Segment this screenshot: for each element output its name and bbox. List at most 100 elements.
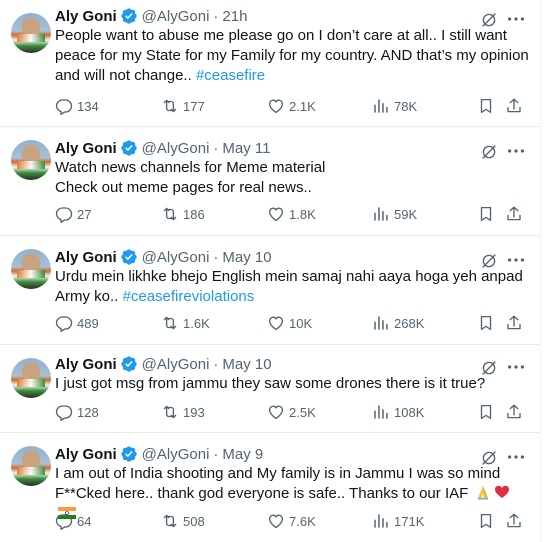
timestamp[interactable]: 21h [222,8,247,25]
bookmark-button[interactable] [477,96,495,116]
view-count: 78K [394,98,418,114]
tweet-body: I just got msg from jammu they saw some … [55,375,486,392]
retweet-button[interactable]: 186 [161,204,205,224]
retweet-icon [161,512,179,530]
retweet-count: 1.6K [183,315,210,331]
author-handle[interactable]: @AlyGoni [142,140,210,157]
tweet-body: People want to abuse me please go on I d… [55,27,529,84]
tweet-header: Aly Goni @AlyGoni · May 10 [55,353,272,375]
views-button[interactable]: 171K [372,511,424,531]
tweet-line: Watch news channels for Meme material [55,159,326,176]
reply-count: 134 [77,98,99,114]
share-icon [505,403,523,421]
like-button[interactable]: 7.6K [267,511,316,531]
action-bar: 489 1.6K 10K 268K [55,313,525,333]
tweet[interactable]: Aly Goni @AlyGoni · May 9 I am out of In… [0,433,540,542]
views-button[interactable]: 78K [372,96,417,116]
bookmark-button[interactable] [477,511,495,531]
retweet-icon [161,403,179,421]
like-button[interactable]: 2.1K [267,96,316,116]
tweet-body: I am out of India shooting and My family… [55,465,501,502]
heart-icon [267,512,285,530]
bookmark-button[interactable] [477,204,495,224]
reply-icon [55,512,73,530]
author-name[interactable]: Aly Goni [55,140,117,157]
like-button[interactable]: 2.5K [267,402,316,422]
reply-button[interactable]: 27 [55,204,91,224]
author-handle[interactable]: @AlyGoni [142,356,210,373]
reply-count: 128 [77,404,99,420]
reply-button[interactable]: 128 [55,402,99,422]
reply-button[interactable]: 134 [55,96,99,116]
timestamp[interactable]: May 10 [222,249,271,266]
like-count: 2.5K [289,404,316,420]
verified-badge-icon [120,445,138,463]
folded-hands-icon [478,486,489,500]
share-button[interactable] [505,511,523,531]
reply-icon [55,97,73,115]
tweet[interactable]: Aly Goni @AlyGoni · May 10 I just got ms… [0,345,540,433]
retweet-button[interactable]: 193 [161,402,205,422]
reply-count: 489 [77,315,99,331]
reply-count: 64 [77,513,92,529]
avatar[interactable] [11,446,51,486]
heart-icon [267,403,285,421]
bar-chart-icon [372,97,390,115]
avatar[interactable] [11,249,51,289]
like-button[interactable]: 10K [267,313,312,333]
separator-dot: · [213,248,219,266]
timestamp[interactable]: May 11 [222,140,270,157]
tweet[interactable]: Aly Goni @AlyGoni · May 11 Watch news ch… [0,127,540,236]
bookmark-icon [477,97,495,115]
red-heart-icon [495,485,510,498]
author-name[interactable]: Aly Goni [55,356,117,373]
author-handle[interactable]: @AlyGoni [142,446,210,463]
hashtag-link[interactable]: #ceasefireviolations [123,288,255,305]
share-button[interactable] [505,402,523,422]
retweet-button[interactable]: 177 [161,96,205,116]
retweet-button[interactable]: 1.6K [161,313,210,333]
tweet-feed: Aly Goni @AlyGoni · 21h People want to a… [0,0,541,542]
bookmark-icon [477,205,495,223]
view-count: 108K [394,404,425,420]
author-name[interactable]: Aly Goni [55,249,117,266]
bookmark-button[interactable] [477,313,495,333]
timestamp[interactable]: May 10 [222,356,271,373]
avatar[interactable] [11,358,51,398]
share-icon [505,512,523,530]
timestamp[interactable]: May 9 [222,446,263,463]
author-name[interactable]: Aly Goni [55,8,117,25]
tweet-text: People want to abuse me please go on I d… [55,26,530,86]
hashtag-link[interactable]: #ceasefire [196,67,265,84]
tweet[interactable]: Aly Goni @AlyGoni · 21h People want to a… [0,0,540,127]
tweet[interactable]: Aly Goni @AlyGoni · May 10 Urdu mein lik… [0,236,540,345]
separator-dot: · [213,139,219,157]
share-button[interactable] [505,313,523,333]
retweet-button[interactable]: 508 [161,511,205,531]
retweet-count: 193 [183,404,205,420]
bar-chart-icon [372,512,390,530]
reply-button[interactable]: 489 [55,313,99,333]
bookmark-button[interactable] [477,402,495,422]
bar-chart-icon [372,314,390,332]
reply-button[interactable]: 64 [55,511,91,531]
views-button[interactable]: 108K [372,402,424,422]
separator-dot: · [213,445,219,463]
avatar[interactable] [11,140,51,180]
view-count: 59K [394,206,418,222]
author-name[interactable]: Aly Goni [55,446,117,463]
share-button[interactable] [505,204,523,224]
bar-chart-icon [372,205,390,223]
share-button[interactable] [505,96,523,116]
reply-icon [55,205,73,223]
reply-icon [55,403,73,421]
like-button[interactable]: 1.8K [267,204,316,224]
views-button[interactable]: 268K [372,313,424,333]
share-icon [505,205,523,223]
tweet-header: Aly Goni @AlyGoni · May 9 [55,443,263,465]
author-handle[interactable]: @AlyGoni [142,8,210,25]
author-handle[interactable]: @AlyGoni [142,249,210,266]
share-icon [505,314,523,332]
avatar[interactable] [11,13,51,53]
views-button[interactable]: 59K [372,204,417,224]
